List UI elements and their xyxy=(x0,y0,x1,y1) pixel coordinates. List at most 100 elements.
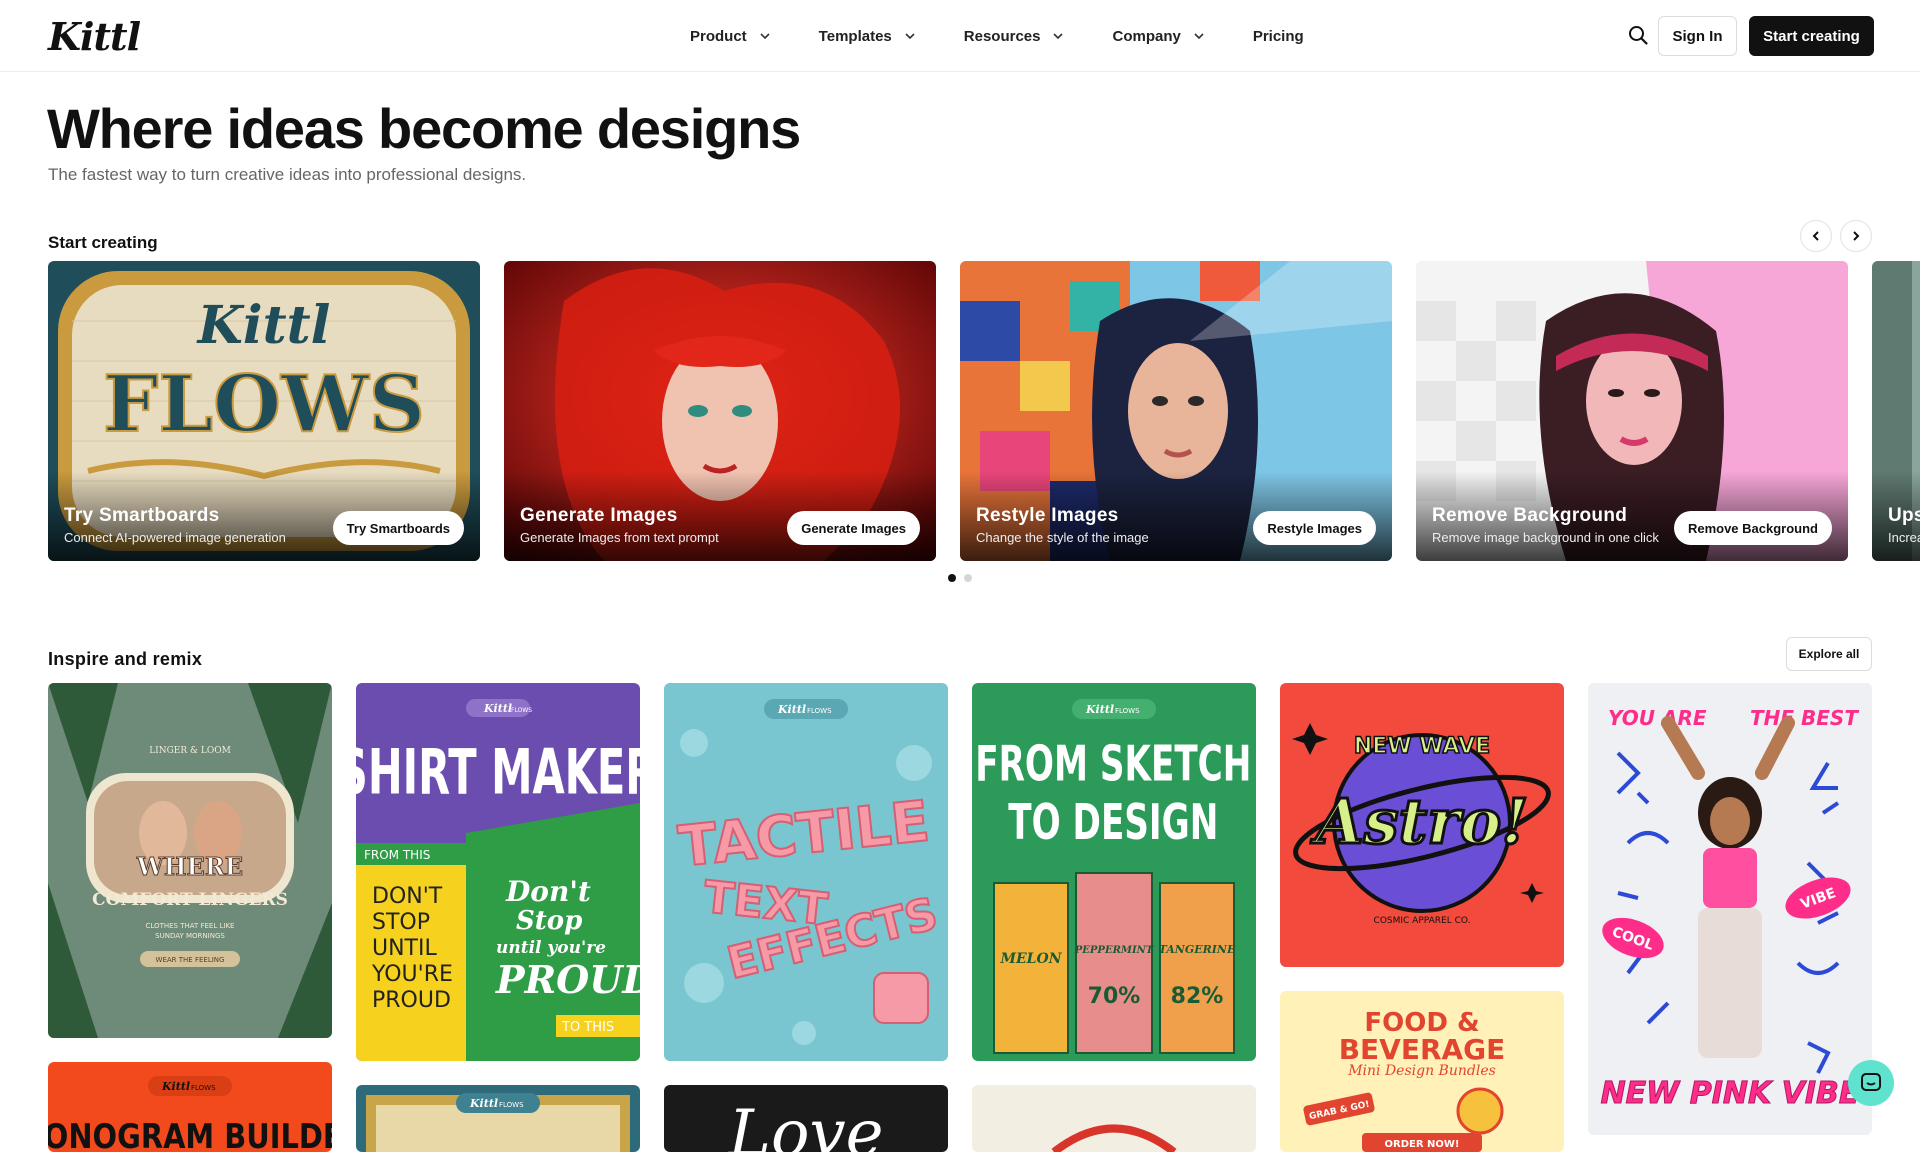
template-tile-shirt-maker[interactable]: Kittl FLOWS SHIRT MAKER FROM THIS DON'T … xyxy=(356,683,640,1061)
page-title: Where ideas become designs xyxy=(47,97,801,160)
tile-line: until you're xyxy=(496,938,606,958)
nav-product[interactable]: Product xyxy=(690,28,771,45)
feature-card-remove-background[interactable]: Remove Background Remove image backgroun… xyxy=(1416,261,1848,561)
tile-line: UNTIL xyxy=(372,936,437,961)
pack-label: MELON xyxy=(999,951,1062,967)
feature-card-restyle-images[interactable]: Restyle Images Change the style of the i… xyxy=(960,261,1392,561)
template-preview xyxy=(972,1085,1256,1152)
chat-icon xyxy=(1861,1073,1881,1091)
template-tile-astro[interactable]: NEW WAVE Astro! COSMIC APPAREL CO. xyxy=(1280,683,1564,967)
tile-tag-2: ORDER NOW! xyxy=(1385,1139,1460,1150)
tile-caption: CLOTHES THAT FEEL LIKE xyxy=(146,922,235,930)
tile-line: DON'T xyxy=(372,884,443,909)
svg-text:Kittl: Kittl xyxy=(196,295,331,356)
chevron-down-icon xyxy=(760,33,770,40)
card-description: Generate Images from text prompt xyxy=(520,530,719,545)
nav-pricing-label: Pricing xyxy=(1252,27,1304,45)
template-preview: LINGER & LOOM WHERE COMFORT LINGERS CLOT… xyxy=(48,683,332,1038)
template-tile-monogram-builder[interactable]: Kittl FLOWS MONOGRAM BUILDER xyxy=(48,1062,332,1152)
feature-card-upscale[interactable]: Ups Increa xyxy=(1872,261,1920,561)
tile-line: STOP xyxy=(372,910,430,935)
template-tile-tactile-text[interactable]: Kittl FLOWS TACTILE TEXT EFFECTS xyxy=(664,683,948,1061)
template-preview: FOOD & BEVERAGE Mini Design Bundles GRAB… xyxy=(1280,991,1564,1152)
tile-brand-text: Kittl xyxy=(483,702,512,715)
nav-company[interactable]: Company xyxy=(1112,28,1204,45)
template-preview: Love xyxy=(664,1085,948,1152)
tile-headline: Love xyxy=(727,1097,883,1152)
carousel-next-button[interactable] xyxy=(1840,220,1872,252)
tile-headline-2: TO DESIGN xyxy=(1008,795,1218,852)
nav-pricing[interactable]: Pricing xyxy=(1253,28,1304,45)
template-preview: Kittl FLOWS TACTILE TEXT EFFECTS xyxy=(664,683,948,1061)
tile-headline: SHIRT MAKER xyxy=(356,736,640,809)
tile-headline: NEW WAVE xyxy=(1354,734,1490,759)
pack-percent: 70% xyxy=(1088,984,1141,1009)
search-icon[interactable] xyxy=(1627,24,1649,46)
tile-headline: FROM SKETCH xyxy=(975,736,1251,793)
tile-line: PROUD xyxy=(495,957,640,1002)
restyle-images-button[interactable]: Restyle Images xyxy=(1253,511,1376,545)
tile-tag: WEAR THE FEELING xyxy=(156,956,225,964)
tile-caption-2: SUNDAY MORNINGS xyxy=(155,932,225,940)
tile-headline-2: THE BEST xyxy=(1750,706,1859,730)
top-navbar: Kittl Product Templates Resources Compan… xyxy=(0,0,1920,72)
nav-resources[interactable]: Resources xyxy=(964,28,1065,45)
tile-headline: WHERE xyxy=(136,852,243,881)
tile-brand-text: Kittl xyxy=(777,703,806,716)
remove-background-button[interactable]: Remove Background xyxy=(1673,511,1832,545)
card-title: Restyle Images xyxy=(976,505,1119,526)
pagination-dot-active[interactable] xyxy=(948,574,956,582)
tile-line: Stop xyxy=(516,906,582,936)
start-creating-carousel: Kittl FLOWS Try Smartboards Connect AI-p… xyxy=(48,261,1920,561)
carousel-prev-button[interactable] xyxy=(1800,220,1832,252)
template-preview: Kittl FLOWS FROM SKETCH TO DESIGN MELON … xyxy=(972,683,1256,1061)
tile-headline-2: Astro! xyxy=(1311,785,1529,858)
inspire-heading: Inspire and remix xyxy=(48,649,203,669)
chat-support-button[interactable] xyxy=(1848,1060,1894,1106)
try-smartboards-button[interactable]: Try Smartboards xyxy=(332,511,464,545)
template-preview: NEW WAVE Astro! COSMIC APPAREL CO. xyxy=(1280,683,1564,967)
template-tile-love[interactable]: Love xyxy=(664,1085,948,1152)
explore-all-button[interactable]: Explore all xyxy=(1786,637,1872,671)
tile-label-from: FROM THIS xyxy=(364,848,430,862)
tile-brand-text: Kittl xyxy=(1085,703,1114,716)
pack-label: PEPPERMINT xyxy=(1074,945,1155,956)
sign-in-button[interactable]: Sign In xyxy=(1658,16,1737,56)
template-tile-ornament[interactable]: Kittl FLOWS xyxy=(356,1085,640,1152)
chevron-down-icon xyxy=(905,33,915,40)
tile-headline: MONOGRAM BUILDER xyxy=(48,1118,332,1152)
card-description: Connect AI-powered image generation xyxy=(64,530,286,545)
template-tile-comfort-lingers[interactable]: LINGER & LOOM WHERE COMFORT LINGERS CLOT… xyxy=(48,683,332,1038)
card-description: Change the style of the image xyxy=(976,530,1149,545)
card-title: Remove Background xyxy=(1432,505,1628,526)
tile-subtitle: Mini Design Bundles xyxy=(1347,1063,1496,1079)
carousel-pagination xyxy=(948,574,980,582)
nav-product-label: Product xyxy=(690,27,747,45)
tile-flows-text: FLOWS xyxy=(807,707,832,715)
main-nav: Product Templates Resources Company Pric… xyxy=(690,0,1304,72)
chevron-left-icon xyxy=(1812,231,1819,241)
nav-templates[interactable]: Templates xyxy=(819,28,916,45)
feature-card-smartboards[interactable]: Kittl FLOWS Try Smartboards Connect AI-p… xyxy=(48,261,480,561)
tile-flows-text: FLOWS xyxy=(499,1101,524,1109)
chevron-down-icon xyxy=(1053,33,1064,40)
template-tile-food-beverage[interactable]: FOOD & BEVERAGE Mini Design Bundles GRAB… xyxy=(1280,991,1564,1152)
card-title: Try Smartboards xyxy=(64,505,220,526)
tile-flows-text: FLOWS xyxy=(1115,707,1140,715)
template-tile-new-pink-vibe[interactable]: YOU ARE THE BEST VIBE COOL NEW PINK VIBE xyxy=(1588,683,1872,1135)
template-tile-sketch-to-design[interactable]: Kittl FLOWS FROM SKETCH TO DESIGN MELON … xyxy=(972,683,1256,1061)
start-creating-button[interactable]: Start creating xyxy=(1749,16,1874,56)
feature-card-generate-images[interactable]: Generate Images Generate Images from tex… xyxy=(504,261,936,561)
pagination-dot[interactable] xyxy=(964,574,972,582)
tile-headline-2: COMFORT LINGERS xyxy=(92,890,288,910)
tile-line: YOU'RE xyxy=(371,962,453,987)
page-subtitle: The fastest way to turn creative ideas i… xyxy=(48,165,527,184)
nav-resources-label: Resources xyxy=(963,27,1041,45)
tile-headline: YOU ARE xyxy=(1608,706,1707,730)
template-tile-badge[interactable] xyxy=(972,1085,1256,1152)
kittl-logo[interactable]: Kittl xyxy=(48,14,141,59)
generate-images-button[interactable]: Generate Images xyxy=(787,511,920,545)
tile-brand-text: LINGER & LOOM xyxy=(149,746,231,756)
start-creating-heading: Start creating xyxy=(48,233,158,252)
tile-caption: COSMIC APPAREL CO. xyxy=(1374,916,1471,926)
